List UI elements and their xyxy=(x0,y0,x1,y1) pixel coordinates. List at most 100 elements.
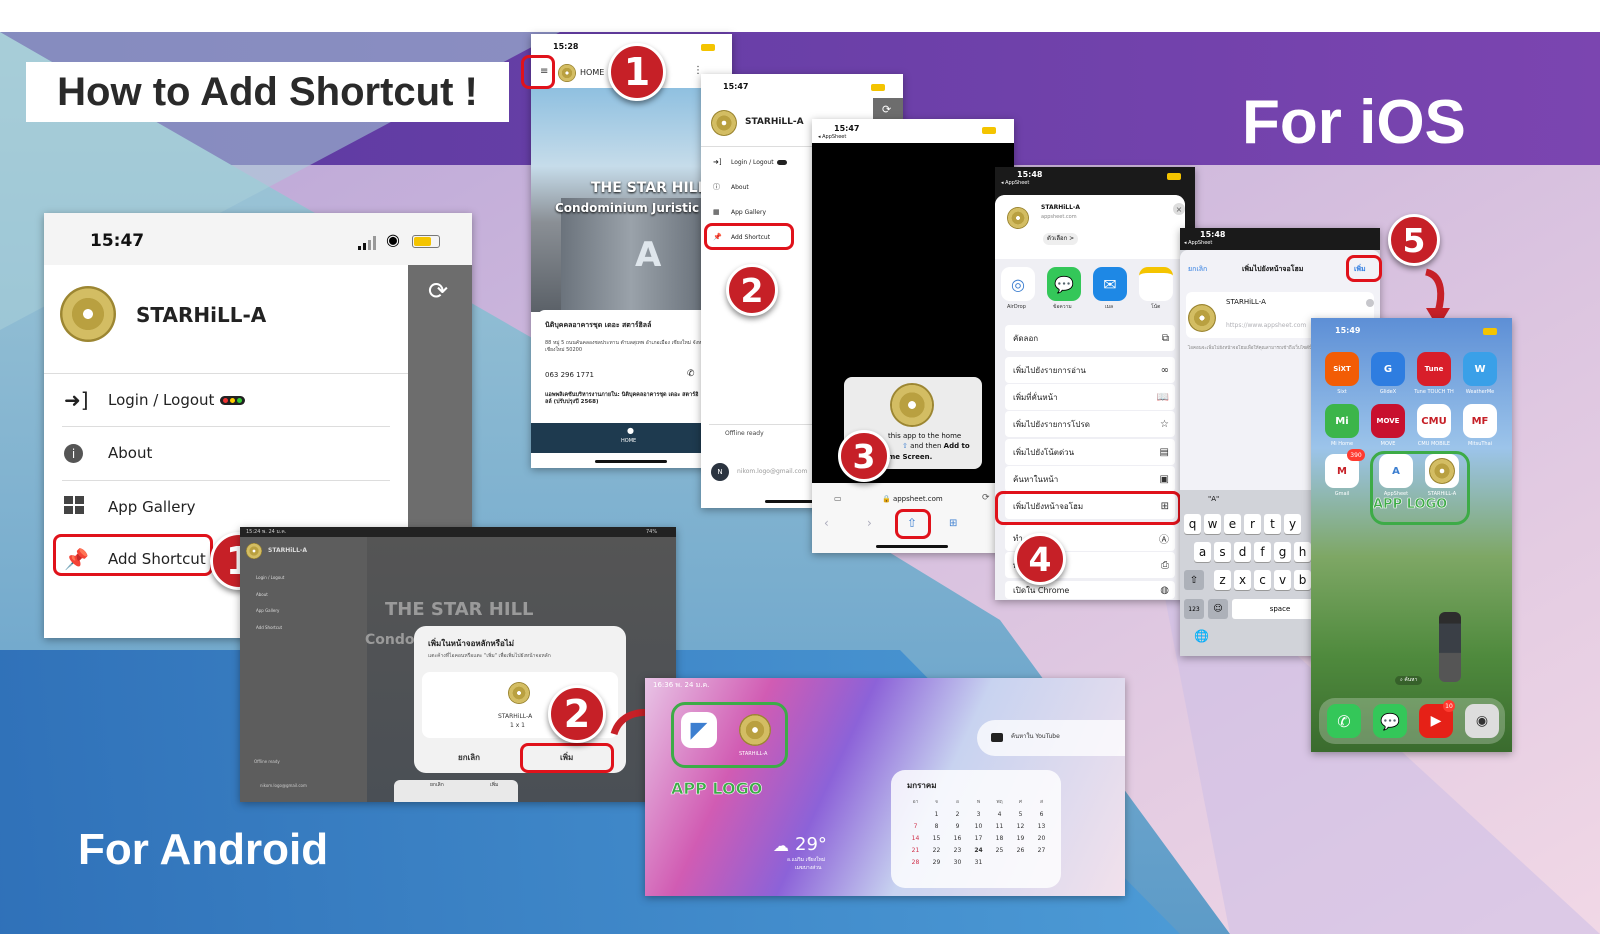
menu-item-login[interactable]: ➜] Login / Logout xyxy=(64,385,246,415)
calendar-day[interactable]: 14 xyxy=(905,836,926,842)
menu-item-about[interactable]: i About xyxy=(64,438,152,468)
phone-app-icon[interactable]: ✆ xyxy=(1327,704,1361,738)
messages-app-icon[interactable]: 💬 xyxy=(1373,704,1407,738)
calendar-day[interactable]: 11 xyxy=(989,824,1010,830)
sheet-add-button[interactable]: เพิ่ม xyxy=(490,783,498,788)
keyboard-key[interactable]: v xyxy=(1274,570,1291,590)
name-input[interactable]: STARHiLL-A xyxy=(1226,299,1266,306)
keyboard-key[interactable]: d xyxy=(1234,542,1251,562)
search-pill[interactable]: ⌕ ค้นหา xyxy=(1395,676,1423,685)
calendar-day[interactable]: 27 xyxy=(1031,848,1052,854)
calendar-day[interactable]: 7 xyxy=(905,824,926,830)
bookmarks-icon[interactable]: ⊞ xyxy=(949,519,957,529)
mail-icon[interactable]: ✉ xyxy=(1093,267,1127,301)
share-action-row[interactable]: คัดลอก ⧉ xyxy=(1005,325,1175,351)
clear-input-icon[interactable] xyxy=(1366,299,1374,307)
refresh-icon[interactable]: ⟳ xyxy=(882,104,891,115)
app-icon[interactable]: CMU xyxy=(1417,404,1451,438)
messages-icon[interactable]: 💬 xyxy=(1047,267,1081,301)
notes-icon[interactable] xyxy=(1139,267,1173,301)
calendar-day[interactable]: 21 xyxy=(905,848,926,854)
calendar-day[interactable]: 30 xyxy=(947,860,968,866)
avatar[interactable]: N xyxy=(711,463,729,481)
keyboard-key[interactable]: a xyxy=(1194,542,1211,562)
refresh-icon[interactable]: ⟳ xyxy=(428,279,448,303)
menu-item-login[interactable]: ➜] Login / Logout xyxy=(713,156,787,168)
keyboard-key[interactable]: c xyxy=(1254,570,1271,590)
phone-icon[interactable]: ✆ xyxy=(687,370,695,379)
calendar-day[interactable]: 9 xyxy=(947,824,968,830)
reload-icon[interactable]: ⟳ xyxy=(982,494,990,503)
keyboard-key[interactable]: t xyxy=(1264,514,1281,534)
calendar-day[interactable]: 20 xyxy=(1031,836,1052,842)
calendar-day[interactable]: 19 xyxy=(1010,836,1031,842)
app-icon[interactable]: G xyxy=(1371,352,1405,386)
calendar-day[interactable]: 5 xyxy=(1010,812,1031,818)
emoji-key[interactable]: ☺ xyxy=(1208,599,1228,619)
back-arrow-icon[interactable]: ‹ xyxy=(824,517,829,529)
calendar-day[interactable]: 1 xyxy=(926,812,947,818)
calendar-day[interactable]: 3 xyxy=(968,812,989,818)
shift-key[interactable]: ⇧ xyxy=(1184,570,1204,590)
menu-item-about[interactable]: ⓘ About xyxy=(713,181,749,193)
calendar-day[interactable]: 16 xyxy=(947,836,968,842)
share-action-row[interactable]: เพิ่มไปยังโน้ตด่วน ▤ xyxy=(1005,439,1175,465)
calendar-day[interactable]: 13 xyxy=(1031,824,1052,830)
numbers-key[interactable]: 123 xyxy=(1184,599,1204,619)
calendar-day[interactable]: 4 xyxy=(989,812,1010,818)
app-icon[interactable]: Tune xyxy=(1417,352,1451,386)
keyboard-key[interactable]: y xyxy=(1284,514,1301,534)
camera-app-icon[interactable]: ◉ xyxy=(1465,704,1499,738)
keyboard-key[interactable]: g xyxy=(1274,542,1291,562)
calendar-day[interactable]: 23 xyxy=(947,848,968,854)
tabs-icon[interactable]: ▭ xyxy=(834,495,842,503)
share-action-row[interactable]: เพิ่มที่คั่นหน้า 📖 xyxy=(1005,384,1175,410)
keyboard-key[interactable]: f xyxy=(1254,542,1271,562)
cancel-button[interactable]: ยกเลิก xyxy=(1188,266,1207,273)
keyboard-key[interactable]: x xyxy=(1234,570,1251,590)
calendar-day[interactable]: 15 xyxy=(926,836,947,842)
share-action-row[interactable]: ค้นหาในหน้า ▣ xyxy=(1005,466,1175,492)
nav-home-label[interactable]: HOME xyxy=(621,439,636,444)
youtube-search-widget[interactable]: ค้นหาใน YouTube xyxy=(977,720,1125,756)
close-icon[interactable]: × xyxy=(1173,203,1185,215)
forward-arrow-icon[interactable]: › xyxy=(867,517,872,529)
keyboard-key[interactable]: w xyxy=(1204,514,1221,534)
calendar-day[interactable]: 24 xyxy=(968,848,989,854)
calendar-day[interactable]: 25 xyxy=(989,848,1010,854)
calendar-day[interactable]: 22 xyxy=(926,848,947,854)
keyboard-key[interactable]: s xyxy=(1214,542,1231,562)
dialog-cancel-button[interactable]: ยกเลิก xyxy=(458,754,480,762)
keyboard-key[interactable]: b xyxy=(1294,570,1311,590)
share-action-row[interactable]: เพิ่มไปยังรายการโปรด ☆ xyxy=(1005,411,1175,437)
options-button[interactable]: ตัวเลือก > xyxy=(1043,233,1079,245)
keyboard-key[interactable]: h xyxy=(1294,542,1311,562)
app-icon[interactable]: MOVE xyxy=(1371,404,1405,438)
menu-item-app-gallery[interactable]: ▦ App Gallery xyxy=(713,206,766,218)
keyboard-key[interactable]: e xyxy=(1224,514,1241,534)
keyboard-key[interactable]: r xyxy=(1244,514,1261,534)
calendar-day[interactable]: 17 xyxy=(968,836,989,842)
back-app-link[interactable]: ◂ AppSheet xyxy=(1001,181,1029,186)
nav-home-icon[interactable]: ● xyxy=(627,427,634,435)
menu-item-app-gallery[interactable]: App Gallery xyxy=(64,492,196,522)
suggestion-text[interactable]: "A" xyxy=(1208,496,1219,503)
calendar-day[interactable]: 8 xyxy=(926,824,947,830)
globe-icon[interactable]: 🌐 xyxy=(1194,630,1209,642)
sheet-cancel-button[interactable]: ยกเลิก xyxy=(430,783,444,788)
airdrop-icon[interactable]: ◎ xyxy=(1001,267,1035,301)
app-icon[interactable]: SiXT xyxy=(1325,352,1359,386)
app-icon[interactable]: Mi xyxy=(1325,404,1359,438)
calendar-day[interactable]: 18 xyxy=(989,836,1010,842)
share-action-row[interactable]: เพิ่มไปยังรายการอ่าน ∞ xyxy=(1005,357,1175,383)
calendar-day[interactable]: 29 xyxy=(926,860,947,866)
calendar-day[interactable]: 12 xyxy=(1010,824,1031,830)
app-icon[interactable]: W xyxy=(1463,352,1497,386)
url-text[interactable]: 🔒 appsheet.com xyxy=(882,496,943,503)
calendar-day[interactable]: 10 xyxy=(968,824,989,830)
calendar-day[interactable]: 2 xyxy=(947,812,968,818)
calendar-day[interactable]: 28 xyxy=(905,860,926,866)
calendar-day[interactable]: 26 xyxy=(1010,848,1031,854)
back-app-link[interactable]: ◂ AppSheet xyxy=(818,135,846,140)
keyboard-key[interactable]: z xyxy=(1214,570,1231,590)
